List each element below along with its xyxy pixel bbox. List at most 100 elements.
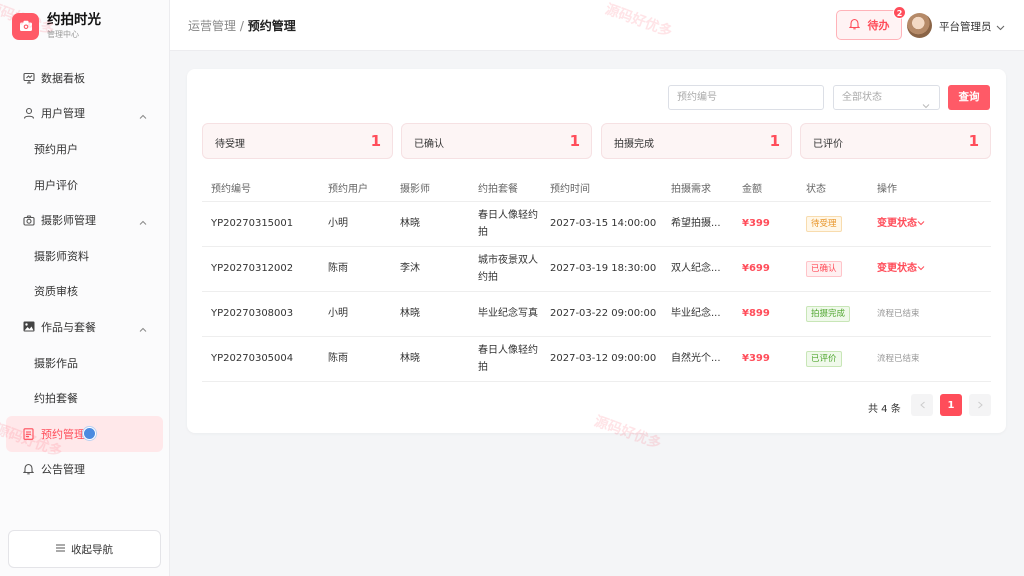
sidebar-item-label: 约拍套餐 <box>34 392 78 406</box>
collapse-nav-button[interactable]: 收起导航 <box>8 530 161 568</box>
bell-icon <box>22 463 35 476</box>
chevron-up-icon <box>139 322 147 335</box>
sidebar-item-photo-works[interactable]: 摄影作品 <box>0 345 169 381</box>
next-page-button[interactable] <box>969 394 991 416</box>
amount: ¥399 <box>733 201 797 247</box>
column-header: 操作 <box>868 175 991 202</box>
booking-user: 小明 <box>319 201 391 247</box>
stat-card-reviewed[interactable]: 已评价 1 <box>800 123 991 159</box>
sidebar-item-announcements[interactable]: 公告管理 <box>0 452 169 488</box>
column-header: 预约编号 <box>202 175 319 202</box>
column-header: 约拍套餐 <box>469 175 541 202</box>
photographer: 林晓 <box>391 291 469 337</box>
sidebar-item-dashboard[interactable]: 数据看板 <box>0 60 169 96</box>
chevron-right-icon <box>977 398 983 412</box>
stat-value: 1 <box>968 132 979 150</box>
sidebar-item-qualification-review[interactable]: 资质审核 <box>0 274 169 310</box>
status-select[interactable]: 全部状态 <box>833 85 940 110</box>
booking-user: 陈雨 <box>319 246 391 292</box>
sidebar-item-photo-packages[interactable]: 约拍套餐 <box>0 380 169 416</box>
pagination-total: 共 4 条 <box>868 404 901 415</box>
brand-subtitle: 管理中心 <box>47 29 79 39</box>
amount: ¥899 <box>733 291 797 337</box>
sidebar-item-booking-users[interactable]: 预约用户 <box>0 131 169 167</box>
status-select-value: 全部状态 <box>842 92 882 103</box>
table-row: YP20270315001 小明 林晓 春日人像轻约拍 2027-03-15 1… <box>202 201 991 247</box>
booking-id: YP20270312002 <box>202 246 319 292</box>
chevron-down-icon[interactable] <box>996 20 1005 34</box>
chevron-up-icon <box>139 109 147 122</box>
chevron-down-icon <box>922 95 930 118</box>
admin-name[interactable]: 平台管理员 <box>939 19 992 34</box>
sidebar-item-label: 作品与套餐 <box>41 320 96 334</box>
change-status-link[interactable]: 变更状态 <box>877 263 925 274</box>
stat-label: 已确认 <box>414 139 444 150</box>
table-row: YP20270305004 陈雨 林晓 春日人像轻约拍 2027-03-12 0… <box>202 336 991 382</box>
column-header: 预约时间 <box>541 175 662 202</box>
sidebar-item-label: 摄影师资料 <box>34 249 89 263</box>
package: 春日人像轻约拍 <box>469 201 541 247</box>
stat-card-confirmed[interactable]: 已确认 1 <box>401 123 592 159</box>
stat-label: 拍摄完成 <box>614 139 654 150</box>
booking-id: YP20270315001 <box>202 201 319 247</box>
column-header: 金额 <box>733 175 797 202</box>
stat-value: 1 <box>370 132 381 150</box>
status-badge: 已评价 <box>806 351 842 367</box>
chevron-down-icon <box>917 263 925 274</box>
column-header: 拍摄需求 <box>662 175 733 202</box>
user-icon <box>22 107 35 120</box>
table-header-row: 预约编号 预约用户 摄影师 约拍套餐 预约时间 拍摄需求 金额 状态 操作 <box>202 175 991 202</box>
sidebar-item-label: 用户评价 <box>34 178 78 192</box>
breadcrumb-parent[interactable]: 运营管理 / <box>188 19 244 33</box>
booking-card: 预约编号 全部状态 查询 待受理 1 已确认 1 拍摄完成 1 已评价 1 预约… <box>187 69 1006 433</box>
sidebar-item-label: 摄影师管理 <box>41 214 96 228</box>
booking-time: 2027-03-15 14:00:00 <box>541 201 662 247</box>
table-row: YP20270308003 小明 林晓 毕业纪念写真 2027-03-22 09… <box>202 291 991 337</box>
sidebar-item-photographer-profiles[interactable]: 摄影师资料 <box>0 238 169 274</box>
table-row: YP20270312002 陈雨 李沐 城市夜景双人约拍 2027-03-19 … <box>202 246 991 292</box>
sidebar: 约拍时光 管理中心 数据看板 用户管理 预约用户 用户评价 摄影师管理 摄影师资… <box>0 0 170 576</box>
sidebar-item-label: 摄影作品 <box>34 356 78 370</box>
column-header: 状态 <box>797 175 868 202</box>
shoot-need: 自然光个... <box>662 336 733 382</box>
todo-label: 待办 <box>867 19 890 32</box>
shoot-need: 希望拍摄... <box>662 201 733 247</box>
package: 春日人像轻约拍 <box>469 336 541 382</box>
avatar[interactable] <box>907 13 932 38</box>
stat-label: 已评价 <box>813 139 843 150</box>
amount: ¥699 <box>733 246 797 292</box>
booking-id: YP20270308003 <box>202 291 319 337</box>
status-badge: 待受理 <box>806 216 842 232</box>
booking-time: 2027-03-19 18:30:00 <box>541 246 662 292</box>
change-status-link[interactable]: 变更状态 <box>877 218 925 229</box>
top-bar: 运营管理 / 预约管理 待办 2 平台管理员 <box>170 0 1024 51</box>
stat-card-pending[interactable]: 待受理 1 <box>202 123 393 159</box>
package: 毕业纪念写真 <box>469 291 541 337</box>
shoot-need: 毕业纪念... <box>662 291 733 337</box>
booking-id-search-input[interactable]: 预约编号 <box>668 85 824 110</box>
sidebar-item-label: 公告管理 <box>41 463 85 477</box>
booking-user: 小明 <box>319 291 391 337</box>
breadcrumb: 运营管理 / 预约管理 <box>188 17 296 34</box>
sidebar-item-label: 资质审核 <box>34 285 78 299</box>
stat-card-shot-complete[interactable]: 拍摄完成 1 <box>601 123 792 159</box>
nav-menu: 数据看板 用户管理 预约用户 用户评价 摄影师管理 摄影师资料 资质审核 作品与… <box>0 60 169 487</box>
sidebar-item-works-packages[interactable]: 作品与套餐 <box>0 309 169 345</box>
sidebar-item-label: 用户管理 <box>41 107 85 121</box>
menu-icon <box>56 543 65 555</box>
column-header: 摄影师 <box>391 175 469 202</box>
page-number-button[interactable]: 1 <box>940 394 962 416</box>
prev-page-button[interactable] <box>911 394 933 416</box>
status-badge: 拍摄完成 <box>806 306 851 322</box>
booking-user: 陈雨 <box>319 336 391 382</box>
sidebar-item-user-reviews[interactable]: 用户评价 <box>0 167 169 203</box>
query-button[interactable]: 查询 <box>948 85 990 110</box>
breadcrumb-current: 预约管理 <box>247 19 296 33</box>
sidebar-item-photographer-management[interactable]: 摄影师管理 <box>0 202 169 238</box>
photographer: 李沐 <box>391 246 469 292</box>
process-ended-text: 流程已结束 <box>877 353 920 364</box>
photographer: 林晓 <box>391 336 469 382</box>
sidebar-item-user-management[interactable]: 用户管理 <box>0 96 169 132</box>
todo-button[interactable]: 待办 2 <box>836 6 906 40</box>
shoot-need: 双人纪念... <box>662 246 733 292</box>
